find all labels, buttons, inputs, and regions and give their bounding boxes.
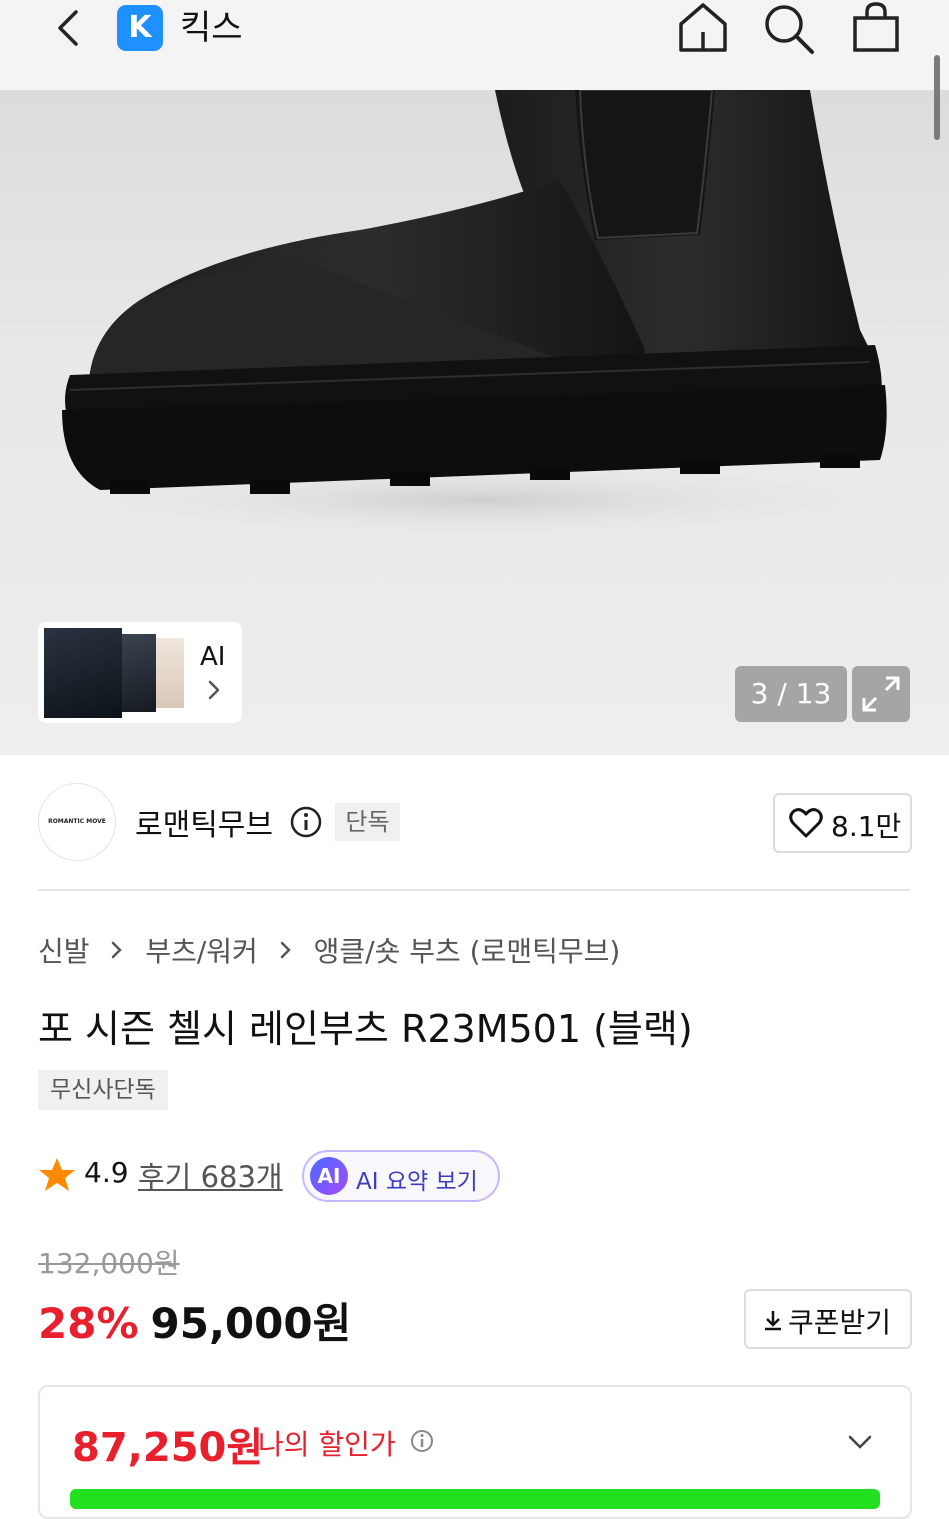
app-name[interactable]: 킥스	[180, 5, 243, 51]
star-icon	[39, 1158, 75, 1191]
page-scrollbar[interactable]	[934, 55, 940, 140]
image-counter: 3 / 13	[735, 666, 847, 722]
breadcrumb-item[interactable]: 부츠/워커	[145, 930, 257, 970]
info-icon[interactable]	[290, 806, 322, 838]
discount-progress-bar	[70, 1489, 880, 1509]
discount-rate: 28%	[38, 1299, 139, 1348]
sale-price: 95,000원	[150, 1299, 352, 1348]
ai-badge-icon: AI	[310, 1157, 348, 1195]
app-logo[interactable]: K	[117, 5, 163, 51]
brand-name[interactable]: 로맨틱무브	[135, 800, 273, 844]
ai-thumbnail	[122, 634, 156, 712]
chevron-right-icon	[112, 941, 123, 959]
chevron-down-icon[interactable]	[846, 1429, 874, 1453]
like-count: 8.1만	[831, 810, 902, 843]
product-tag: 무신사단독	[38, 1070, 168, 1110]
rating-value: 4.9	[84, 1156, 129, 1189]
coupon-label: 쿠폰받기	[788, 1306, 892, 1339]
breadcrumb-item[interactable]: 신발	[38, 930, 90, 970]
product-title: 포 시즌 첼시 레인부츠 R23M501 (블랙)	[38, 1007, 693, 1051]
divider	[38, 889, 910, 891]
like-button[interactable]: 8.1만	[773, 793, 912, 853]
info-icon[interactable]	[410, 1429, 434, 1453]
ai-thumbnail	[156, 638, 184, 708]
ai-summary-label: AI 요약 보기	[356, 1169, 478, 1195]
ai-thumbnail	[44, 628, 122, 718]
ai-card-label: AI	[200, 642, 226, 672]
reviews-link[interactable]: 후기 683개	[138, 1154, 283, 1196]
expand-button[interactable]	[852, 666, 910, 722]
shopping-bag-icon[interactable]	[848, 0, 904, 56]
ai-summary-button[interactable]: AI AI 요약 보기	[302, 1150, 500, 1202]
heart-icon	[789, 808, 823, 838]
exclusive-badge: 단독	[335, 803, 400, 841]
search-icon[interactable]	[760, 0, 816, 56]
expand-icon	[862, 676, 900, 712]
home-icon[interactable]	[675, 0, 731, 56]
chevron-right-icon	[208, 680, 220, 700]
price-row: 28% 95,000원	[38, 1290, 352, 1348]
ai-styling-card[interactable]: AI	[38, 622, 242, 723]
my-price-label: 나의 할인가	[258, 1428, 396, 1461]
top-bar: K 킥스	[0, 0, 949, 90]
breadcrumb: 신발 부츠/워커 앵클/숏 부츠 (로맨틱무브)	[38, 930, 620, 974]
my-price-card[interactable]: 87,250원 나의 할인가	[38, 1385, 912, 1519]
original-price: 132,000원	[38, 1247, 180, 1280]
coupon-button[interactable]: 쿠폰받기	[744, 1289, 912, 1349]
breadcrumb-item[interactable]: 앵클/숏 부츠 (로맨틱무브)	[314, 930, 621, 970]
brand-logo[interactable]: ROMANTIC MOVE	[38, 783, 116, 861]
download-icon	[765, 1311, 781, 1331]
my-price: 87,250원	[72, 1425, 264, 1471]
back-icon[interactable]	[48, 6, 88, 50]
chevron-right-icon	[280, 941, 291, 959]
